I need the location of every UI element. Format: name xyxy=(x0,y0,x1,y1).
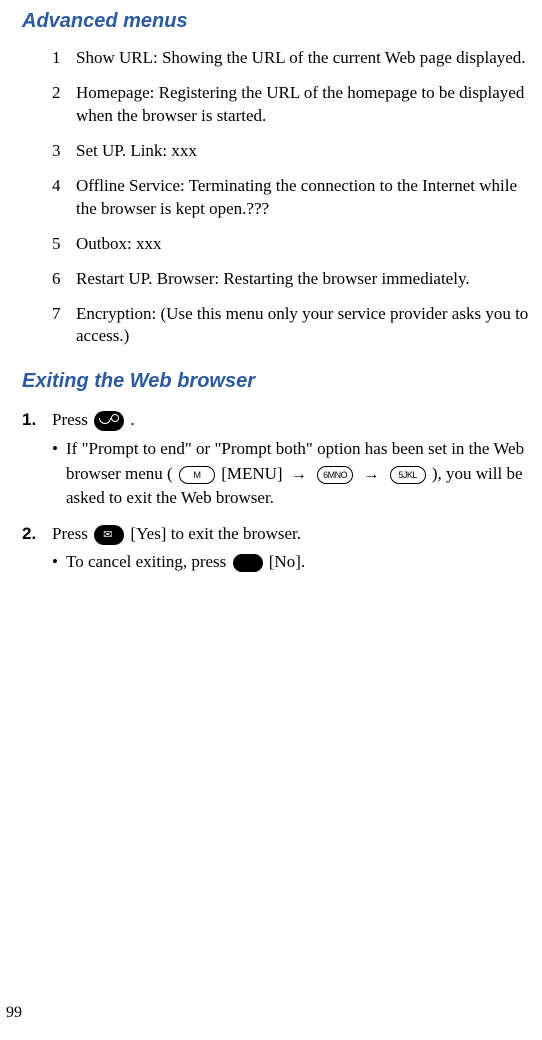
blank-key-icon xyxy=(233,554,263,572)
bullet-icon: • xyxy=(52,550,66,575)
step-number: 1. xyxy=(22,407,52,433)
step-body: Press [Yes] to exit the browser. xyxy=(52,521,530,547)
list-item: 4 Offline Service: Terminating the conne… xyxy=(52,175,530,221)
text: Press xyxy=(52,410,92,429)
item-number: 7 xyxy=(52,303,76,349)
text: . xyxy=(130,410,134,429)
bullet-icon: • xyxy=(52,437,66,511)
step-1: 1. Press . • If "Prompt to end" or "Prom… xyxy=(22,407,530,510)
item-number: 6 xyxy=(52,268,76,291)
item-text: Restart UP. Browser: Restarting the brow… xyxy=(76,268,530,291)
power-key-icon xyxy=(94,411,124,431)
list-item: 3 Set UP. Link: xxx xyxy=(52,140,530,163)
exit-steps: 1. Press . • If "Prompt to end" or "Prom… xyxy=(22,407,530,575)
list-item: 5 Outbox: xxx xyxy=(52,233,530,256)
menu-key-icon: M xyxy=(179,466,215,484)
list-item: 1 Show URL: Showing the URL of the curre… xyxy=(52,47,530,70)
item-number: 1 xyxy=(52,47,76,70)
text: [Yes] to exit the browser. xyxy=(130,524,301,543)
list-item: 7 Encryption: (Use this menu only your s… xyxy=(52,303,530,349)
item-number: 3 xyxy=(52,140,76,163)
step-2: 2. Press [Yes] to exit the browser. • To… xyxy=(22,521,530,575)
six-key-icon: 6MNO xyxy=(317,466,353,484)
bullet-text: To cancel exiting, press [No]. xyxy=(66,550,530,575)
item-number: 2 xyxy=(52,82,76,128)
text: [No]. xyxy=(269,552,305,571)
arrow-icon: → xyxy=(291,463,307,486)
heading-advanced-menus: Advanced menus xyxy=(22,10,542,33)
item-text: Homepage: Registering the URL of the hom… xyxy=(76,82,530,128)
item-text: Outbox: xxx xyxy=(76,233,530,256)
text: Press xyxy=(52,524,92,543)
item-text: Set UP. Link: xxx xyxy=(76,140,530,163)
text: To cancel exiting, press xyxy=(66,552,231,571)
page-number: 99 xyxy=(6,1004,22,1022)
step-body: Press . xyxy=(52,407,530,433)
item-number: 4 xyxy=(52,175,76,221)
item-text: Show URL: Showing the URL of the current… xyxy=(76,47,530,70)
item-number: 5 xyxy=(52,233,76,256)
list-item: 6 Restart UP. Browser: Restarting the br… xyxy=(52,268,530,291)
mail-key-icon xyxy=(94,525,124,545)
item-text: Encryption: (Use this menu only your ser… xyxy=(76,303,530,349)
step-1-bullet: • If "Prompt to end" or "Prompt both" op… xyxy=(52,437,530,511)
list-item: 2 Homepage: Registering the URL of the h… xyxy=(52,82,530,128)
five-key-icon: 5JKL xyxy=(390,466,426,484)
text: [MENU] xyxy=(221,464,287,483)
advanced-menu-list: 1 Show URL: Showing the URL of the curre… xyxy=(52,47,530,348)
heading-exiting-browser: Exiting the Web browser xyxy=(22,370,542,393)
item-text: Offline Service: Terminating the connect… xyxy=(76,175,530,221)
step-2-bullet: • To cancel exiting, press [No]. xyxy=(52,550,530,575)
step-number: 2. xyxy=(22,521,52,547)
bullet-text: If "Prompt to end" or "Prompt both" opti… xyxy=(66,437,530,511)
arrow-icon: → xyxy=(363,463,379,486)
